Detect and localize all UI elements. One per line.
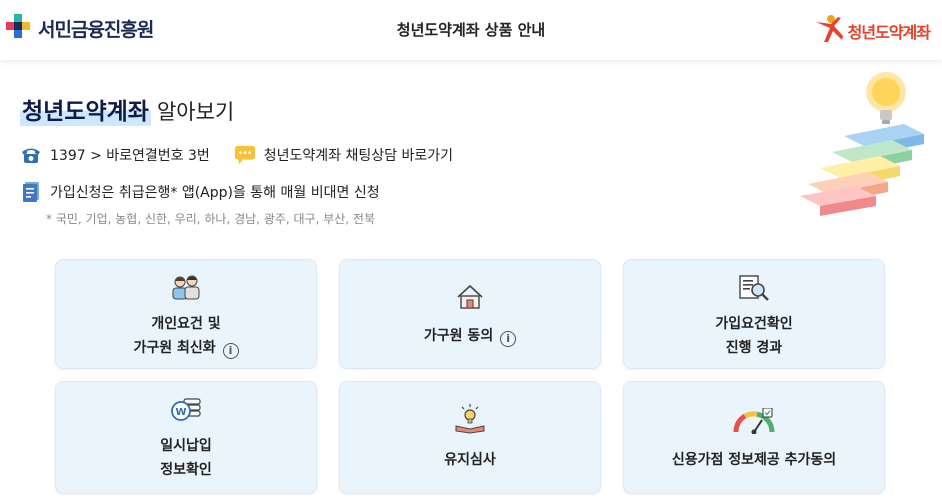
card-label-line2: 정보확인 [160, 462, 212, 478]
card-label-line1: 신용가점 정보제공 추가동의 [671, 452, 837, 468]
house-icon [340, 284, 600, 310]
gauge-icon [624, 408, 884, 434]
card-lump-sum-info[interactable]: W 일시납입 정보확인 [55, 381, 317, 494]
apply-text: 가입신청은 취급은행* 앱(App)을 통해 매월 비대면 신청 [50, 185, 380, 201]
info-icon[interactable]: i [500, 331, 517, 347]
heading-strong: 청년도약계좌 [20, 92, 151, 126]
chat-consult-link[interactable]: 청년도약계좌 채팅상담 바로가기 [264, 145, 453, 165]
card-label-line1: 일시납입 [160, 438, 212, 454]
card-label-line1: 유지심사 [444, 452, 496, 468]
youth-logo-person-icon [814, 14, 844, 48]
card-credit-score-consent[interactable]: 신용가점 정보제공 추가동의 [623, 381, 885, 494]
card-label-line1: 가구원 동의 [423, 328, 494, 344]
contact-row: 1397 > 바로연결번호 3번 청년도약계좌 채팅상담 바로가기 [20, 144, 453, 166]
banks-note: * 국민, 기업, 농협, 신한, 우리, 하나, 경남, 광주, 대구, 부산… [46, 212, 375, 226]
card-household-consent[interactable]: 가구원 동의 i [339, 259, 601, 369]
apply-row: 가입신청은 취급은행* 앱(App)을 통해 매월 비대면 신청 [20, 181, 380, 203]
section-heading: 청년도약계좌 알아보기 [20, 92, 234, 126]
family-icon [56, 274, 316, 300]
phone-text: 1397 > 바로연결번호 3번 [50, 148, 210, 164]
card-label-line1: 개인요건 및 [151, 316, 221, 332]
main-content: 청년도약계좌 알아보기 1397 > 바로연결번호 3번 청년도약계좌 채팅상담… [0, 60, 942, 501]
lightbulb-book-icon [340, 404, 600, 434]
document-search-icon [624, 274, 884, 302]
top-header: 서민금융진흥원 청년도약계좌 상품 안내 청년도약계좌 [0, 0, 942, 60]
heading-rest: 알아보기 [156, 100, 235, 124]
youth-account-logo[interactable]: 청년도약계좌 [814, 14, 931, 48]
phone-icon [20, 144, 42, 166]
page-title: 청년도약계좌 상품 안내 [396, 21, 546, 39]
document-icon [20, 181, 42, 203]
svg-text:W: W [175, 407, 186, 418]
card-label-line2: 가구원 최신화 [133, 340, 216, 356]
card-maintenance-review[interactable]: 유지심사 [339, 381, 601, 494]
coin-stack-icon: W [56, 396, 316, 424]
card-eligibility-progress[interactable]: 가입요건확인 진행 경과 [623, 259, 885, 369]
card-personal-household-update[interactable]: 개인요건 및 가구원 최신화 i [55, 259, 317, 369]
youth-logo-text: 청년도약계좌 [847, 23, 931, 42]
chat-icon [234, 144, 256, 166]
stairs-lightbulb-illustration [800, 66, 928, 216]
info-icon[interactable]: i [222, 343, 239, 359]
card-label-line2: 진행 경과 [725, 340, 783, 356]
card-label-line1: 가입요건확인 [715, 316, 793, 332]
